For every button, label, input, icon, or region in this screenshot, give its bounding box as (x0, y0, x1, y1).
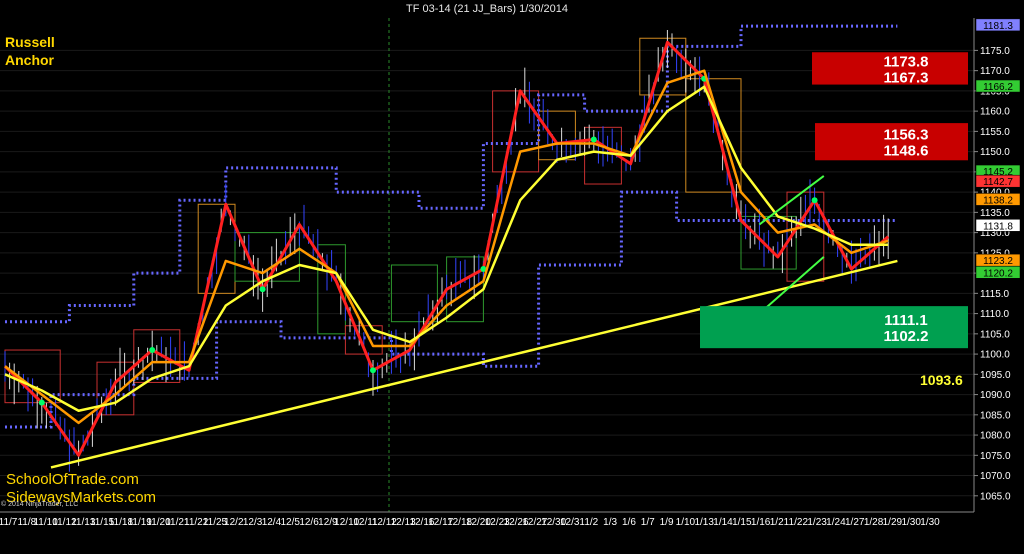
x-tick-label: 1/7 (641, 517, 655, 528)
y-tick-label: 1075.0 (980, 451, 1011, 462)
ma-series-1 (3, 40, 890, 457)
x-tick-label: 12/4 (262, 517, 282, 528)
copyright: © 2014 NinjaTrader, LLC (1, 501, 79, 508)
y-tick-label: 1150.0 (980, 147, 1010, 158)
y-tick-label: 1090.0 (980, 390, 1011, 401)
chart-title: TF 03-14 (21 JJ_Bars) 1/30/2014 (405, 3, 569, 15)
price-tag-label: 1166.2 (983, 82, 1013, 93)
x-tick-label: 1/30 (920, 517, 940, 528)
x-tick-label: 1/13 (694, 517, 714, 528)
zone-upper-label: 1156.3 (883, 127, 928, 144)
price-tag-label: 1142.7 (983, 177, 1013, 188)
y-tick-label: 1100.0 (980, 350, 1010, 361)
x-tick-label: 1/6 (622, 517, 636, 528)
ma-pivot-point (590, 136, 597, 143)
y-tick-label: 1175.0 (980, 46, 1010, 57)
x-tick-label: 12/5 (281, 517, 301, 528)
x-tick-label: 1/15 (732, 517, 752, 528)
zone-upper-label: 1111.1 (884, 312, 927, 329)
x-tick-label: 1/2 (584, 517, 598, 528)
y-tick-label: 1065.0 (980, 491, 1011, 502)
x-tick-label: 1/29 (883, 517, 903, 528)
x-tick-label: 12/3 (243, 517, 263, 528)
zone-lower-label: 1167.3 (883, 69, 928, 86)
zone-upper-label: 1173.8 (883, 53, 928, 70)
price-bars (4, 30, 889, 472)
price-tag-label: 1123.2 (983, 256, 1013, 267)
y-tick-label: 1135.0 (980, 208, 1010, 219)
x-tick-label: 1/10 (676, 517, 696, 528)
y-tick-label: 1155.0 (980, 127, 1010, 138)
ma-pivot-point (370, 367, 376, 374)
range-box (685, 78, 742, 193)
ma-pivot-point (811, 197, 818, 204)
x-tick-label: 1/9 (660, 517, 674, 528)
ma-pivot-point (149, 347, 156, 354)
x-tick-label: 12/31 (560, 517, 585, 528)
x-tick-label: 1/22 (789, 517, 809, 528)
ma-pivot-point (38, 399, 45, 406)
x-tick-label: 1/14 (713, 517, 733, 528)
y-tick-label: 1160.0 (980, 107, 1010, 118)
y-tick-label: 1095.0 (980, 370, 1011, 381)
price-tag-label: 1138.2 (983, 195, 1013, 206)
price-tag-label: 1120.2 (983, 268, 1013, 279)
y-tick-label: 1080.0 (980, 431, 1011, 442)
corner-label-line1: Russell (5, 34, 55, 50)
target-annotation: 1093.6 (920, 372, 963, 388)
price-tag-label: 1131.8 (983, 221, 1013, 232)
x-tick-label: 1/27 (845, 517, 865, 528)
x-axis: 11/7 11/811/1011/1211/1311/1511/1811/1911… (0, 511, 974, 528)
x-tick-label: 11/7 (0, 517, 18, 528)
corner-label-line2: Anchor (5, 52, 54, 68)
y-tick-label: 1070.0 (980, 471, 1011, 482)
x-tick-label: 1/23 (807, 517, 827, 528)
zone-lower-label: 1148.6 (883, 143, 928, 160)
y-tick-label: 1170.0 (980, 66, 1010, 77)
corner-label: Russell Anchor (5, 33, 55, 69)
y-tick-label: 1115.0 (980, 289, 1010, 300)
x-tick-label: 1/21 (770, 517, 790, 528)
price-tag-label: 1181.3 (983, 21, 1013, 32)
zone-lower-label: 1102.2 (883, 328, 928, 345)
moving-averages (3, 40, 890, 457)
y-tick-label: 1085.0 (980, 410, 1011, 421)
x-tick-label: 12/6 (299, 517, 319, 528)
x-tick-label: 1/3 (603, 517, 617, 528)
x-tick-label: 1/28 (864, 517, 884, 528)
y-tick-label: 1105.0 (980, 329, 1010, 340)
chart-canvas: 1173.81167.3 1156.31148.6 1111.11102.2 1093… (0, 18, 1021, 528)
website-link-1[interactable]: SchoolOfTrade.com (6, 471, 139, 488)
y-tick-label: 1110.0 (980, 309, 1010, 320)
channel-line-lower (758, 256, 825, 315)
x-tick-label: 1/16 (751, 517, 771, 528)
x-tick-label: 12/2 (224, 517, 244, 528)
x-tick-label: 1/24 (826, 517, 846, 528)
x-tick-label: 1/30 (901, 517, 921, 528)
ma-pivot-point (259, 286, 266, 293)
